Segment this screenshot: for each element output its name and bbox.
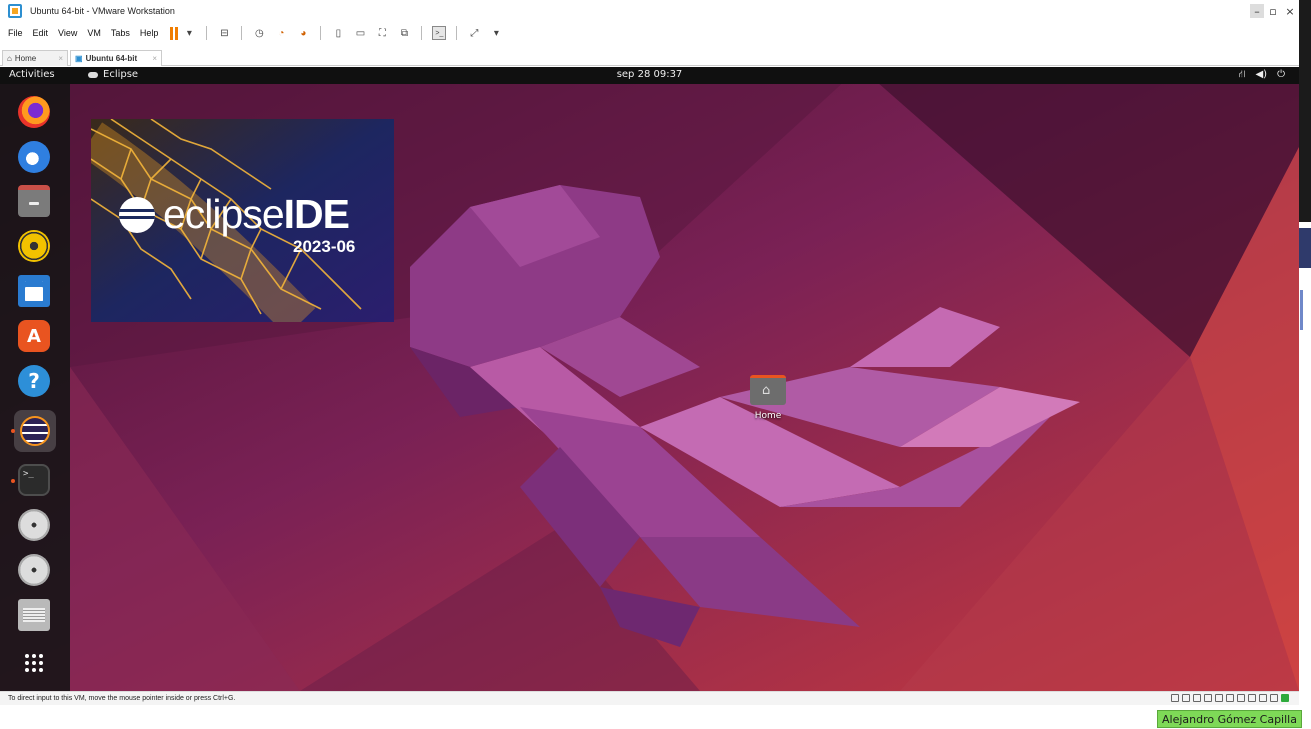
show-library-icon[interactable]: ▯ [331, 26, 345, 40]
thunderbird-icon[interactable] [18, 141, 50, 173]
grid-icon [25, 654, 43, 672]
pause-vm-button[interactable] [170, 26, 179, 40]
display-icon[interactable] [1259, 694, 1267, 702]
terminal-icon[interactable]: >_ [18, 464, 50, 496]
vm-tab-icon: ▣ [75, 54, 83, 63]
splash-brand: eclipse [163, 191, 285, 237]
vm-display[interactable]: Activities Eclipse sep 28 09:37 ⛙ ◀) ⏻ A… [0, 67, 1299, 691]
system-tray[interactable]: ⛙ ◀) ⏻ [1238, 69, 1285, 82]
vmware-app-icon [8, 4, 22, 18]
stretch-guest-icon[interactable]: ⤢ [467, 26, 481, 40]
maximize-button[interactable]: ▫ [1266, 4, 1280, 18]
unity-icon[interactable]: ⧉ [397, 26, 411, 40]
tab-ubuntu-close-icon[interactable]: × [152, 54, 157, 63]
firefox-icon[interactable] [18, 96, 50, 128]
tab-home[interactable]: ⌂ Home × [2, 50, 68, 66]
splash-wordmark: eclipse IDE [119, 191, 350, 238]
tab-home-label: Home [14, 54, 37, 63]
network-icon[interactable]: ⛙ [1238, 69, 1245, 82]
ubuntu-top-bar: Activities Eclipse sep 28 09:37 ⛙ ◀) ⏻ [0, 67, 1299, 84]
menu-bar: File Edit View VM Tabs Help ▾ ⊟ ◷ ◔ ◕ ▯ … [0, 22, 1299, 44]
rhythmbox-icon[interactable] [18, 230, 50, 262]
eclipse-logo-icon [119, 196, 155, 233]
eclipse-splash-screen: eclipse IDE 2023-06 [91, 119, 394, 322]
status-hint: To direct input to this VM, move the mou… [8, 695, 236, 702]
volume-icon[interactable]: ◀) [1255, 69, 1267, 82]
files-icon[interactable] [18, 185, 50, 217]
user-name-tag: Alejandro Gómez Capilla [1157, 710, 1302, 728]
menu-tabs[interactable]: Tabs [111, 28, 130, 38]
power-icon[interactable]: ⏻ [1277, 69, 1285, 82]
cd2-icon[interactable] [1193, 694, 1201, 702]
sound-icon[interactable] [1237, 694, 1245, 702]
home-folder-icon: ⌂ [750, 375, 786, 405]
menu-help[interactable]: Help [140, 28, 159, 38]
toolbar-separator [206, 26, 208, 40]
message-icon[interactable] [1270, 694, 1278, 702]
splash-product: IDE [283, 191, 350, 237]
hdd-icon[interactable] [1171, 694, 1179, 702]
ubuntu-dock: A ? >_ [0, 84, 70, 691]
software-center-icon[interactable]: A [18, 320, 50, 352]
floppy-icon[interactable] [18, 599, 50, 631]
printer-icon[interactable] [1226, 694, 1234, 702]
cd-drive-icon[interactable] [18, 509, 50, 541]
help-icon[interactable]: ? [18, 365, 50, 397]
cd-drive-icon-2[interactable] [18, 554, 50, 586]
desktop-home-label: Home [754, 411, 782, 421]
cd-icon[interactable] [1182, 694, 1190, 702]
terminal-running-indicator [11, 479, 15, 483]
menu-file[interactable]: File [8, 28, 23, 38]
tab-ubuntu-64-bit[interactable]: ▣ Ubuntu 64-bit × [70, 50, 162, 66]
libreoffice-writer-icon[interactable] [18, 275, 50, 307]
splash-version: 2023-06 [293, 237, 356, 256]
vm-tab-bar: ⌂ Home × ▣ Ubuntu 64-bit × [0, 48, 1299, 66]
snapshot-icon[interactable]: ◷ [252, 26, 266, 40]
eclipse-running-indicator [11, 429, 15, 433]
minimize-button[interactable]: – [1250, 4, 1264, 18]
stretch-dropdown-chevron-icon[interactable]: ▾ [489, 26, 503, 40]
toolbar-separator [456, 26, 458, 40]
toolbar-separator [241, 26, 243, 40]
tab-home-close-icon[interactable]: × [58, 54, 63, 63]
toolbar-separator [421, 26, 423, 40]
floppy-status-icon[interactable] [1204, 694, 1212, 702]
window-title: Ubuntu 64-bit - VMware Workstation [30, 6, 175, 16]
snapshot-manager-icon[interactable]: ◕ [296, 26, 310, 40]
device-status-icons [1171, 694, 1289, 702]
usb-icon[interactable] [1248, 694, 1256, 702]
home-tab-icon: ⌂ [7, 54, 12, 63]
background-window-edge [1299, 0, 1311, 729]
console-view-icon[interactable]: >_ [432, 26, 447, 40]
network-adapter-icon[interactable] [1215, 694, 1223, 702]
thumbnail-bar-icon[interactable]: ▭ [353, 26, 367, 40]
clock[interactable]: sep 28 09:37 [0, 69, 1299, 80]
vmware-window: Ubuntu 64-bit - VMware Workstation – ▫ ×… [0, 0, 1299, 729]
show-apps-icon[interactable] [18, 647, 50, 679]
send-ctrl-alt-del-icon[interactable]: ⊟ [217, 26, 231, 40]
close-button[interactable]: × [1283, 4, 1297, 18]
menu-edit[interactable]: Edit [33, 28, 49, 38]
desktop-home-folder[interactable]: ⌂ Home [748, 375, 788, 421]
menu-view[interactable]: View [58, 28, 77, 38]
revert-snapshot-icon[interactable]: ◔ [274, 26, 288, 40]
pause-dropdown-chevron-icon[interactable]: ▾ [182, 26, 196, 40]
full-screen-icon[interactable]: ⛶ [375, 26, 389, 40]
vmware-status-bar: To direct input to this VM, move the mou… [0, 691, 1299, 705]
toolbar-separator [320, 26, 322, 40]
menu-vm[interactable]: VM [87, 28, 101, 38]
vm-status-icon[interactable] [1281, 694, 1289, 702]
title-bar: Ubuntu 64-bit - VMware Workstation – ▫ × [0, 0, 1299, 22]
tab-ubuntu-label: Ubuntu 64-bit [85, 54, 138, 63]
eclipse-icon[interactable] [14, 410, 56, 452]
